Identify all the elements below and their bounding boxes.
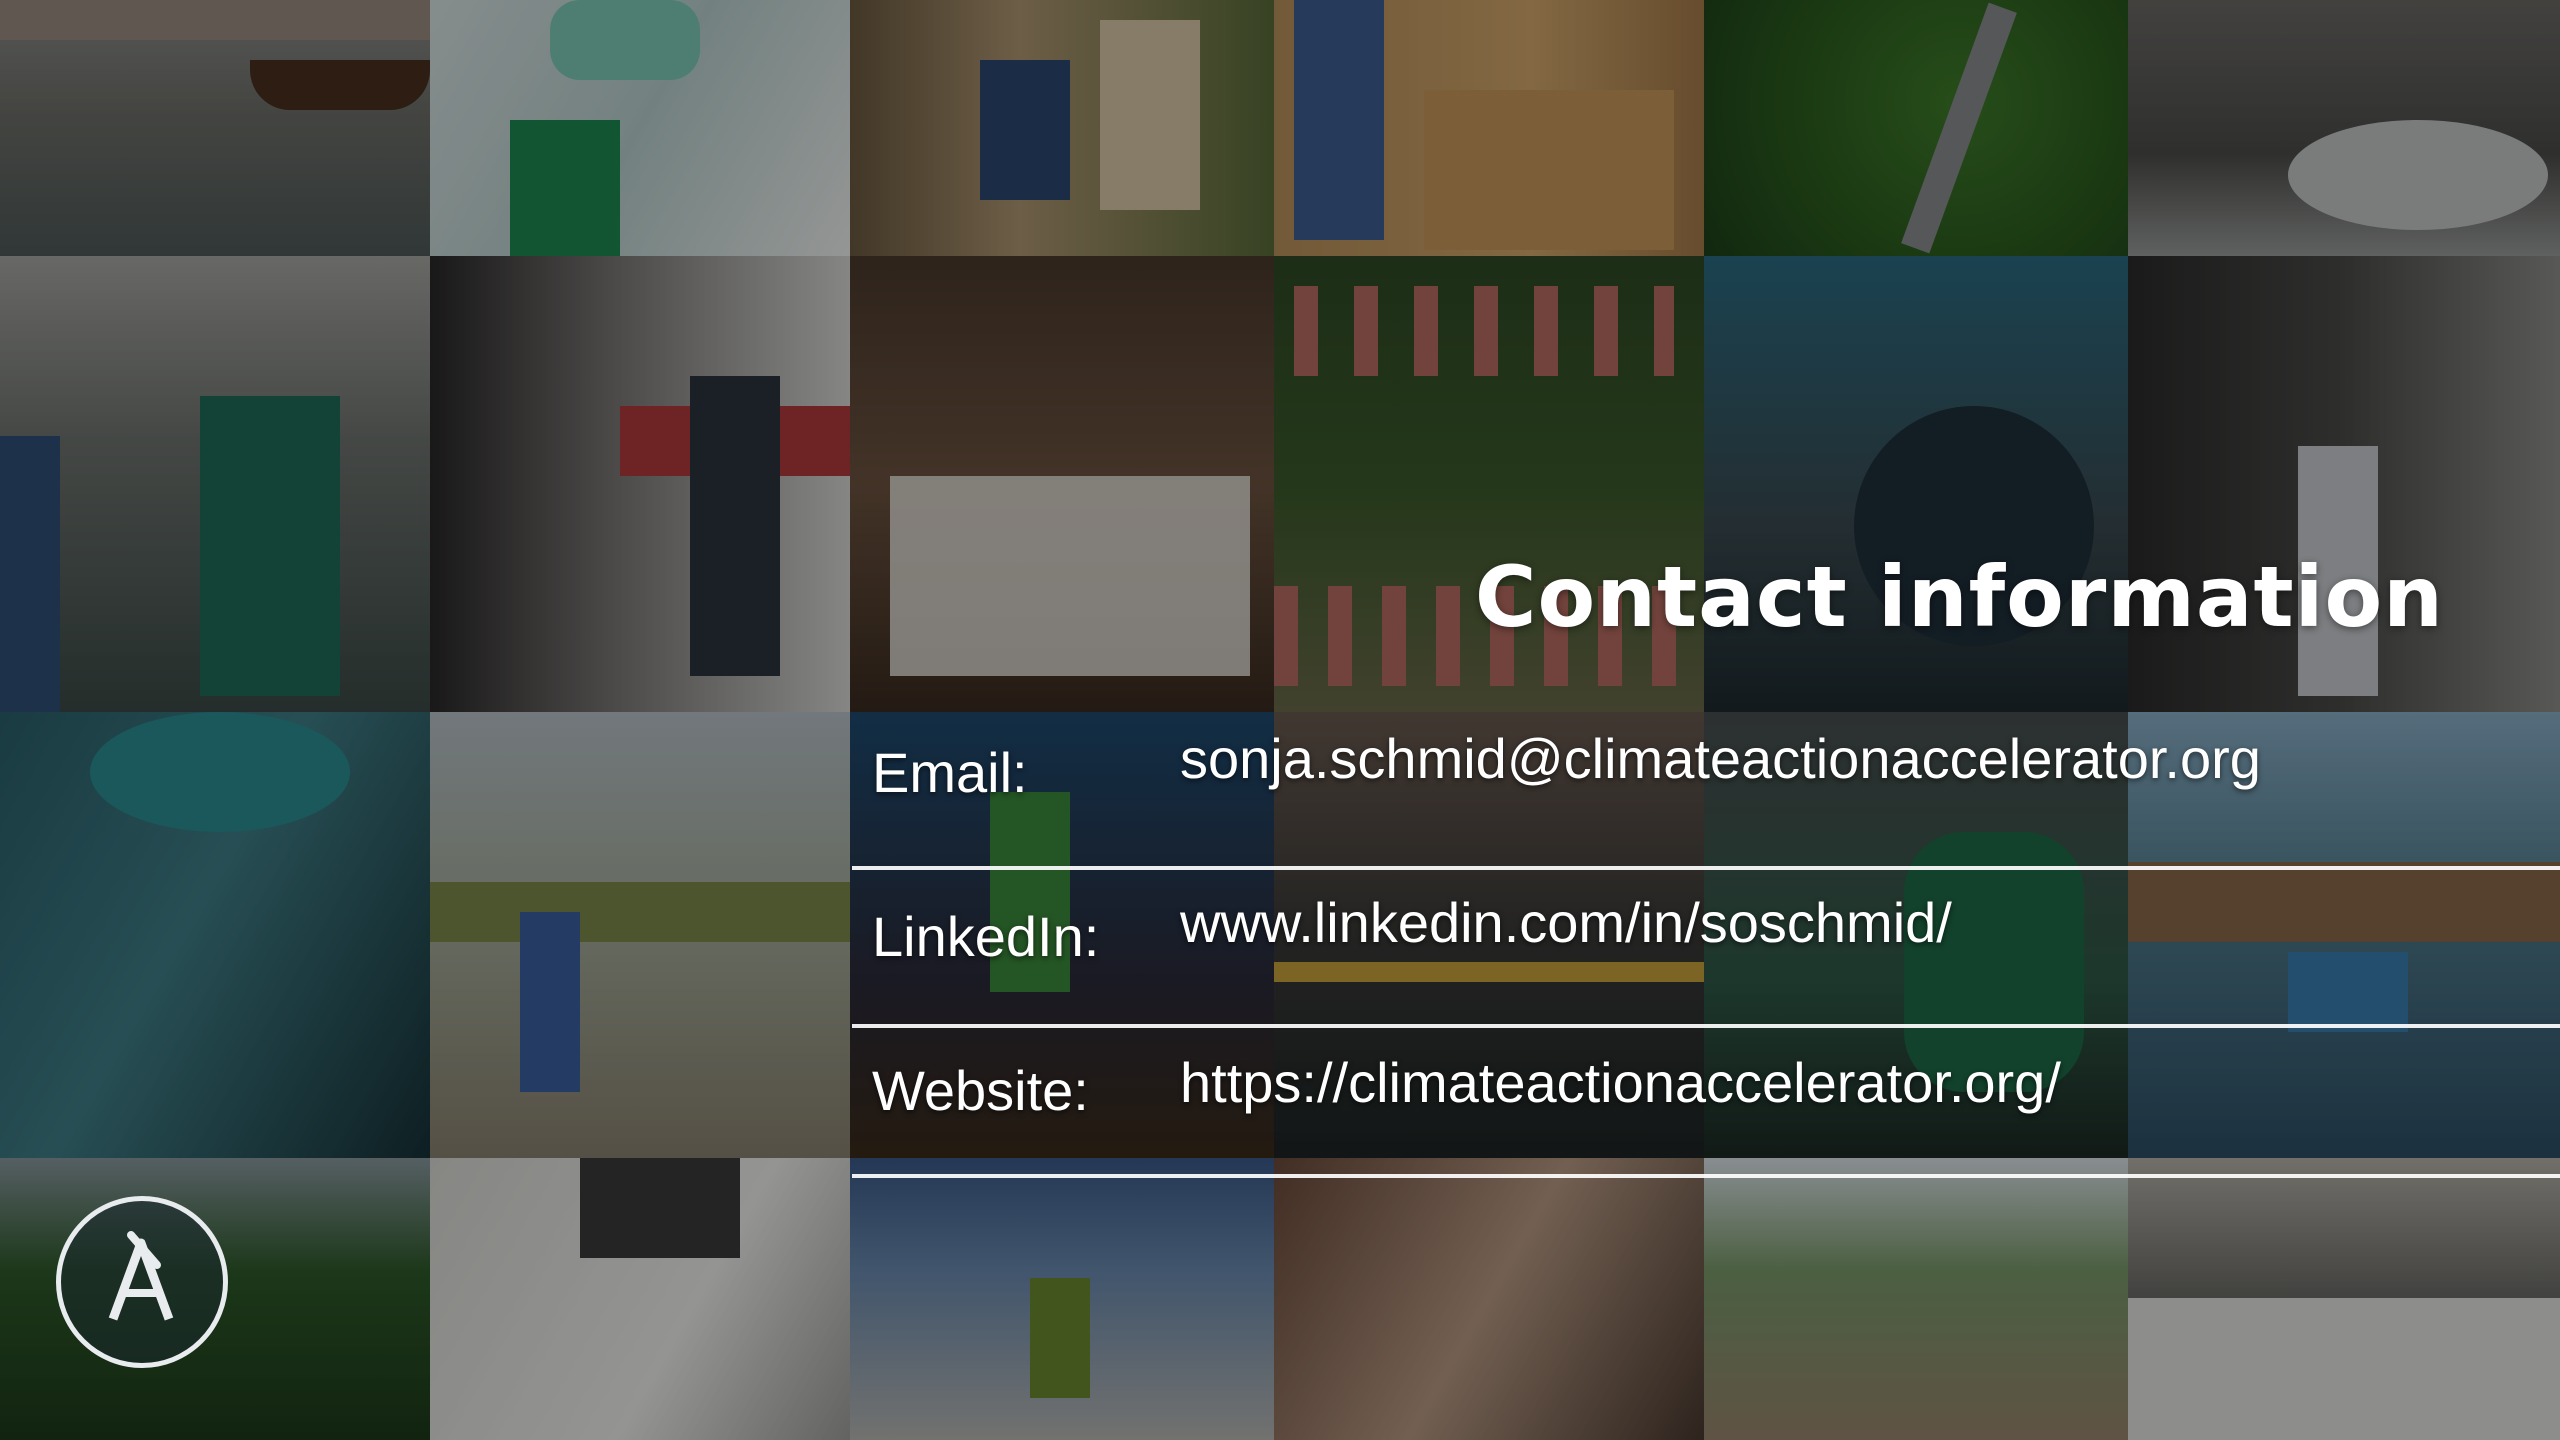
website-link[interactable]: https://climateactionaccelerator.org/ bbox=[1180, 1050, 2061, 1115]
photo-tile bbox=[1704, 1158, 2128, 1440]
photo-tile bbox=[1704, 0, 2128, 256]
photo-tile bbox=[0, 256, 430, 712]
website-label: Website: bbox=[872, 1059, 1089, 1122]
photo-tile bbox=[430, 712, 850, 1158]
photo-tile bbox=[0, 0, 430, 256]
photo-tile bbox=[2128, 0, 2560, 256]
linkedin-label: LinkedIn: bbox=[872, 905, 1100, 968]
contact-row-email: Email: sonja.schmid@climateactionacceler… bbox=[852, 712, 2560, 870]
email-label: Email: bbox=[872, 741, 1028, 804]
photo-tile bbox=[430, 0, 850, 256]
contact-table: Email: sonja.schmid@climateactionacceler… bbox=[852, 712, 2560, 1178]
photo-tile bbox=[0, 712, 430, 1158]
linkedin-link[interactable]: www.linkedin.com/in/soschmid/ bbox=[1180, 890, 1952, 955]
photo-tile bbox=[430, 256, 850, 712]
page-title: Contact information bbox=[1474, 548, 2444, 646]
photo-tile bbox=[850, 1158, 1274, 1440]
contact-row-website: Website: https://climateactionaccelerato… bbox=[852, 1028, 2560, 1178]
climate-action-accelerator-logo-icon bbox=[56, 1196, 228, 1368]
photo-tile bbox=[850, 256, 1274, 712]
photo-tile bbox=[1274, 0, 1704, 256]
contact-row-linkedin: LinkedIn: www.linkedin.com/in/soschmid/ bbox=[852, 870, 2560, 1028]
photo-tile bbox=[1274, 1158, 1704, 1440]
logo-glyph bbox=[108, 1231, 174, 1321]
email-link[interactable]: sonja.schmid@climateactionaccelerator.or… bbox=[1180, 726, 2261, 791]
photo-tile bbox=[2128, 1158, 2560, 1440]
photo-tile bbox=[850, 0, 1274, 256]
row-divider bbox=[852, 1174, 2560, 1178]
photo-tile bbox=[430, 1158, 850, 1440]
